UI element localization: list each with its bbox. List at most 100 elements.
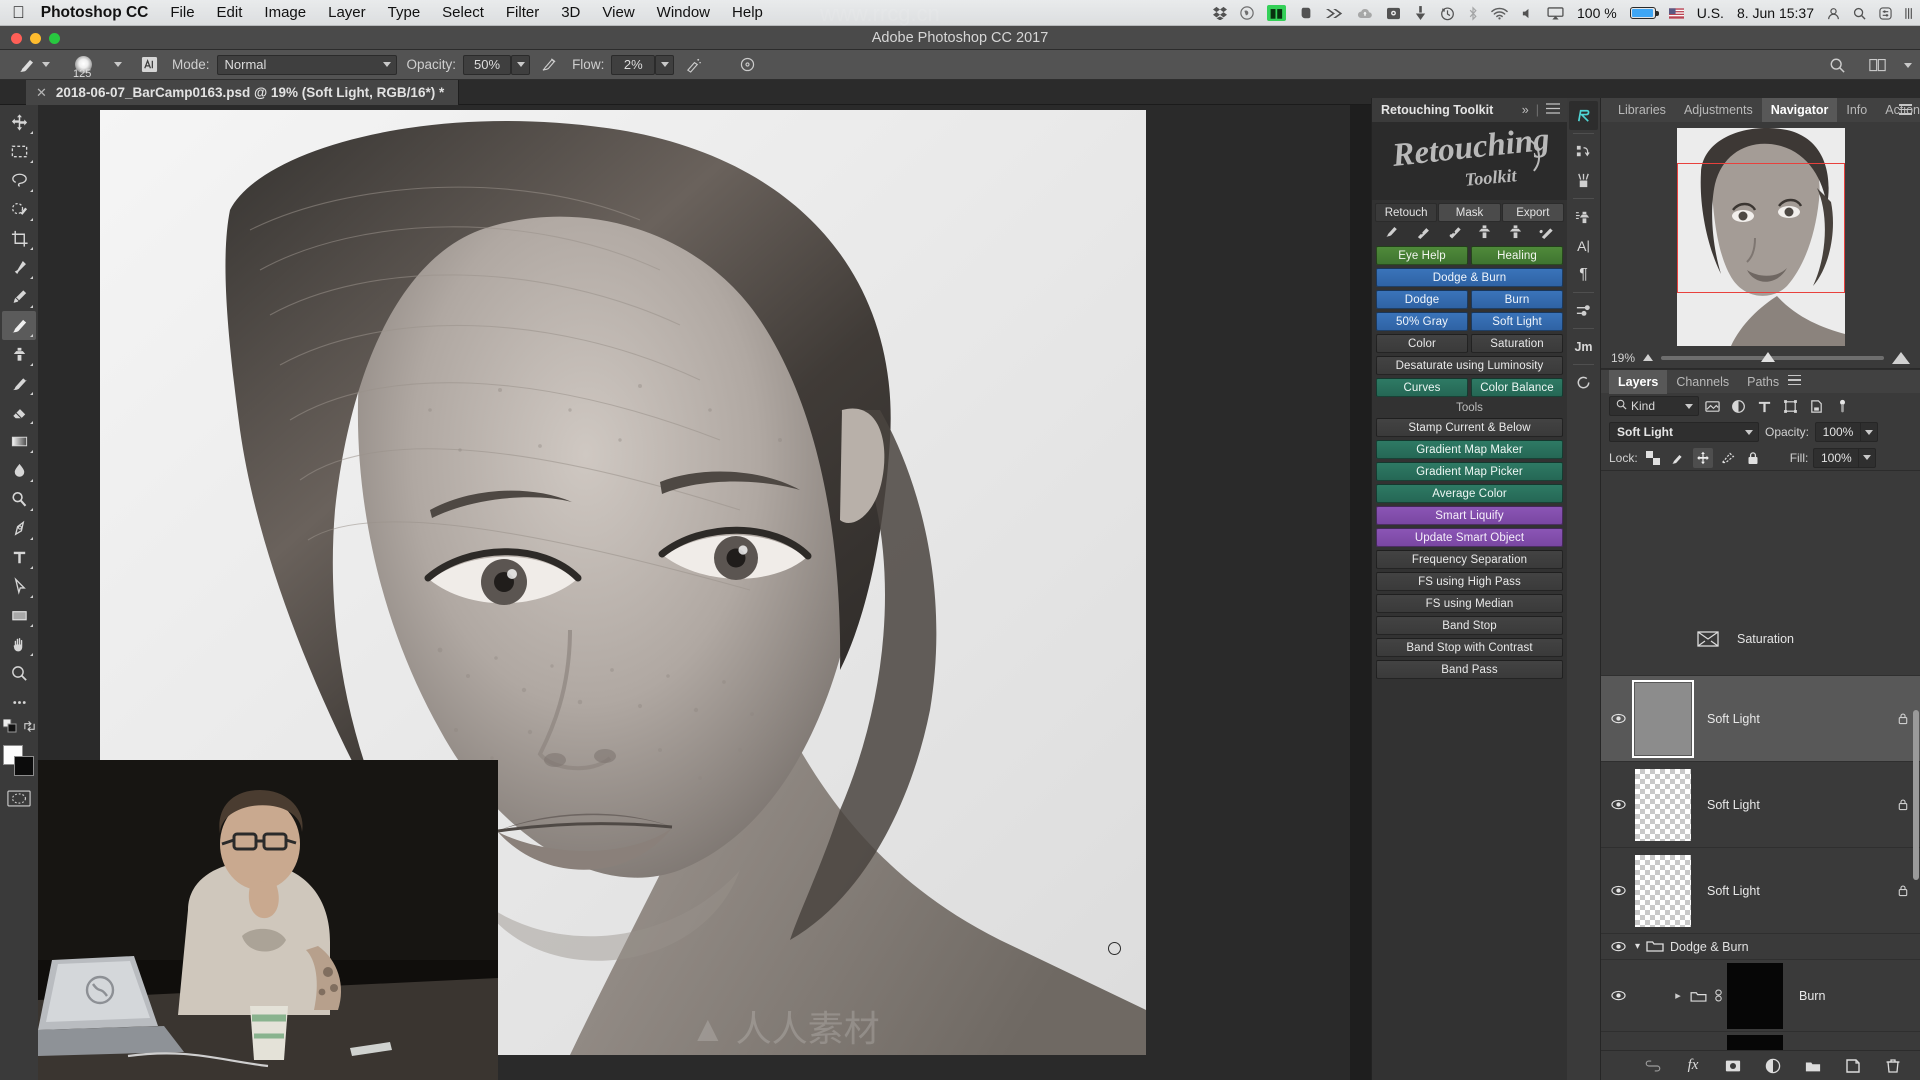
opacity-input[interactable]: 50% (463, 54, 512, 75)
tab-channels[interactable]: Channels (1667, 370, 1738, 394)
curves-button[interactable]: Curves (1376, 378, 1468, 397)
dodge-tool[interactable] (2, 485, 36, 514)
document-tab[interactable]: ✕ 2018-06-07_BarCamp0163.psd @ 19% (Soft… (26, 80, 460, 105)
history-rail-icon[interactable] (1569, 137, 1598, 166)
blur-tool[interactable] (2, 456, 36, 485)
search-icon[interactable] (1824, 53, 1850, 77)
frequency-separation-button[interactable]: Frequency Separation (1376, 550, 1563, 569)
menu-help[interactable]: Help (732, 4, 763, 21)
band-stop-with-contrast-button[interactable]: Band Stop with Contrast (1376, 638, 1563, 657)
dropbox-icon[interactable] (1212, 6, 1227, 20)
panel-menu-icon[interactable] (1899, 104, 1912, 118)
stamp-current-and-below-button[interactable]: Stamp Current & Below (1376, 418, 1563, 437)
clone-stamp-a-icon[interactable] (1476, 224, 1493, 244)
user-icon[interactable] (1827, 7, 1840, 20)
zoom-slider-thumb[interactable] (1761, 351, 1776, 362)
history-brush-tool[interactable] (2, 369, 36, 398)
zoom-tool[interactable] (2, 659, 36, 688)
arrows-icon[interactable] (1326, 7, 1344, 20)
navigator-zoom-value[interactable]: 19% (1611, 351, 1635, 365)
layer-mask-thumbnail[interactable] (1727, 1034, 1783, 1050)
gradient-map-picker-button[interactable]: Gradient Map Picker (1376, 462, 1563, 481)
layer-visibility-toggle[interactable] (1601, 990, 1635, 1001)
clone-source-rail-icon[interactable] (1569, 202, 1598, 231)
paragraph-rail-icon[interactable]: ¶ (1569, 260, 1598, 289)
quick-selection-tool[interactable] (2, 195, 36, 224)
brush-panel-toggle-icon[interactable] (136, 53, 162, 77)
hand-tool[interactable] (2, 630, 36, 659)
color-button[interactable]: Color (1376, 334, 1468, 353)
input-source-flag-icon[interactable] (1668, 7, 1684, 19)
link-mask-icon[interactable] (1709, 989, 1727, 1002)
rectangular-marquee-tool[interactable] (2, 137, 36, 166)
chevron-right-icon[interactable]: ▸ (1669, 989, 1687, 1002)
minimize-window-button[interactable] (30, 32, 41, 44)
filter-toggle-icon[interactable] (1829, 395, 1855, 417)
layer-thumbnail[interactable] (1635, 854, 1691, 927)
new-layer-icon[interactable] (1844, 1057, 1862, 1075)
add-layer-mask-icon[interactable] (1724, 1057, 1742, 1075)
crop-tool[interactable] (2, 224, 36, 253)
workspace-chevron-down-icon[interactable] (1904, 62, 1912, 68)
type-tool[interactable] (2, 543, 36, 572)
menu-file[interactable]: File (170, 4, 194, 21)
character-rail-icon[interactable]: A | (1569, 231, 1598, 260)
brush-preview[interactable]: 125 (60, 52, 106, 80)
color-swatches[interactable] (2, 744, 36, 778)
apple-logo-icon[interactable]:  (12, 4, 25, 21)
brush-preset-chevron-down-icon[interactable] (42, 62, 50, 67)
jm-rail-icon[interactable]: Jm (1569, 332, 1598, 361)
spot-healing-brush-tool[interactable] (2, 282, 36, 311)
presenter-video-overlay[interactable] (38, 760, 498, 1080)
panel-menu-icon[interactable] (1788, 374, 1802, 389)
eraser-tool[interactable] (2, 398, 36, 427)
shape-layer-filter-icon[interactable] (1777, 395, 1803, 417)
zoom-slider-track[interactable] (1661, 351, 1884, 362)
type-layer-filter-icon[interactable] (1751, 395, 1777, 417)
layer-visibility-toggle[interactable] (1601, 941, 1635, 952)
wifi-icon[interactable] (1491, 7, 1508, 20)
tab-export[interactable]: Export (1501, 203, 1564, 222)
canvas-area[interactable] (38, 105, 1350, 1080)
opacity-stepper[interactable] (511, 54, 531, 75)
panel-menu-icon[interactable] (1546, 103, 1560, 117)
tab-retouch[interactable]: Retouch (1375, 203, 1438, 222)
bluetooth-icon[interactable] (1468, 5, 1478, 21)
tab-paths[interactable]: Paths (1738, 370, 1788, 394)
layer-thumbnail[interactable] (1632, 679, 1694, 758)
color-balance-button[interactable]: Color Balance (1471, 378, 1563, 397)
input-source-label[interactable]: U.S. (1697, 5, 1724, 21)
menu-edit[interactable]: Edit (217, 4, 243, 21)
gradient-tool[interactable] (2, 427, 36, 456)
layer-thumbnail[interactable] (1635, 768, 1691, 841)
healing-brush-icon[interactable] (1415, 224, 1432, 244)
brush-size-chevron-down-icon[interactable] (114, 62, 122, 67)
table-row[interactable]: Soft Light (1601, 762, 1920, 848)
dodge-button[interactable]: Dodge (1376, 290, 1468, 309)
layer-opacity-value[interactable]: 100% (1815, 422, 1862, 442)
mixer-brush-icon[interactable] (1538, 224, 1555, 244)
maximize-window-button[interactable] (49, 32, 60, 44)
update-smart-object-button[interactable]: Update Smart Object (1376, 528, 1563, 547)
tab-navigator[interactable]: Navigator (1761, 98, 1838, 122)
eye-help-button[interactable]: Eye Help (1376, 246, 1468, 265)
smart-object-filter-icon[interactable] (1803, 395, 1829, 417)
lock-image-pixels-icon[interactable] (1668, 448, 1688, 468)
brush-tool-icon[interactable] (12, 52, 42, 78)
cloud-icon[interactable] (1357, 7, 1373, 20)
clock-icon[interactable] (1440, 6, 1455, 21)
zoom-out-triangle-icon[interactable] (1643, 354, 1654, 361)
default-colors-icon[interactable] (2, 718, 17, 738)
menu-image[interactable]: Image (264, 4, 306, 21)
fifty-percent-gray-button[interactable]: 50% Gray (1376, 312, 1468, 331)
layer-filter-kind-select[interactable]: Kind (1609, 396, 1699, 416)
gradient-map-maker-button[interactable]: Gradient Map Maker (1376, 440, 1563, 459)
lock-all-icon[interactable] (1743, 448, 1763, 468)
pen-tool[interactable] (2, 514, 36, 543)
properties-rail-icon[interactable] (1569, 296, 1598, 325)
airplay-icon[interactable] (1547, 6, 1564, 20)
notification-center-icon[interactable] (1905, 7, 1914, 20)
pin-icon[interactable] (1414, 5, 1427, 21)
burn-button[interactable]: Burn (1471, 290, 1563, 309)
fs-using-median-button[interactable]: FS using Median (1376, 594, 1563, 613)
